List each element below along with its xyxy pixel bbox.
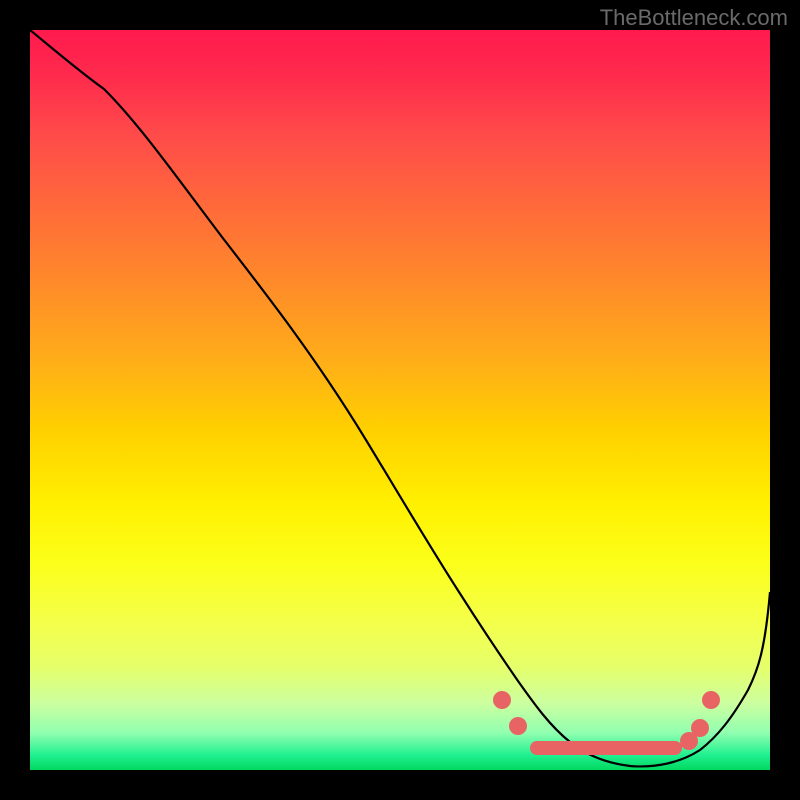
marker-dot bbox=[509, 717, 527, 735]
marker-dot bbox=[691, 719, 709, 737]
marker-dot bbox=[702, 691, 720, 709]
marker-segment bbox=[530, 741, 682, 755]
chart-svg bbox=[30, 30, 770, 770]
attribution-text: TheBottleneck.com bbox=[600, 5, 788, 31]
marker-dot bbox=[493, 691, 511, 709]
bottleneck-curve bbox=[30, 30, 770, 766]
plot-area bbox=[30, 30, 770, 770]
